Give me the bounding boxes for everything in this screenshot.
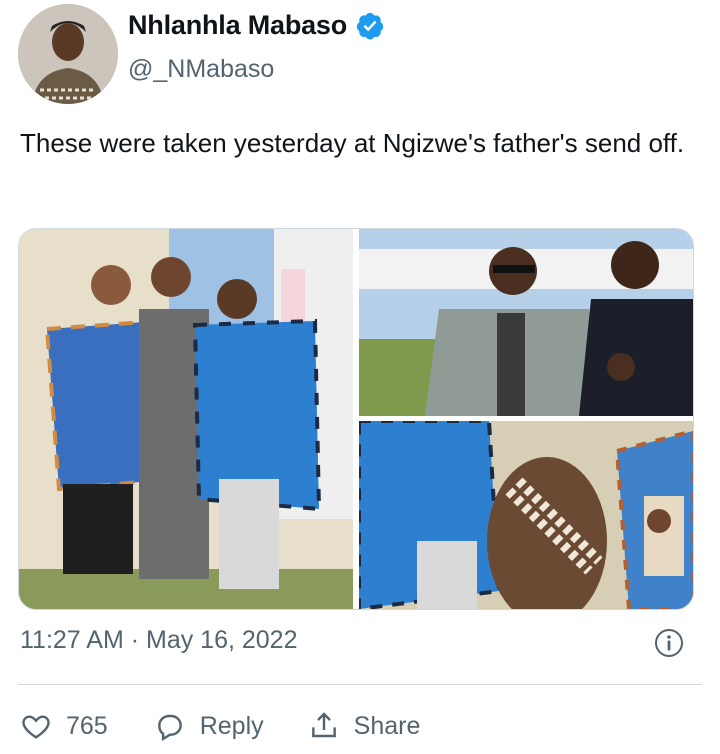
media-grid [18,228,694,610]
heart-icon [22,715,50,739]
author-handle[interactable]: @_NMabaso [128,55,274,84]
reply-button[interactable]: Reply [154,710,264,742]
photo-women-blankets[interactable] [19,229,353,609]
author-name-row: Nhlanhla Mabaso [128,10,385,41]
tweet-actions: 765 Reply Share [20,706,420,746]
avatar-image [18,4,118,104]
photo-men-outdoors[interactable] [359,229,693,416]
author-display-name[interactable]: Nhlanhla Mabaso [128,10,347,41]
reply-label: Reply [199,711,264,740]
like-button[interactable]: 765 [20,710,108,742]
photo-shield-blankets[interactable] [359,421,693,609]
share-icon [311,712,336,738]
share-button[interactable]: Share [308,710,421,742]
tweet-text: These were taken yesterday at Ngizwe's f… [20,128,685,158]
like-count: 765 [66,711,108,740]
verified-badge-icon [355,11,385,41]
divider [18,684,702,685]
share-label: Share [353,711,421,740]
tweet-timestamp[interactable]: 11:27 AM · May 16, 2022 [20,626,297,655]
info-icon[interactable] [654,628,684,658]
reply-bubble-icon [157,714,182,742]
avatar[interactable] [18,4,118,104]
